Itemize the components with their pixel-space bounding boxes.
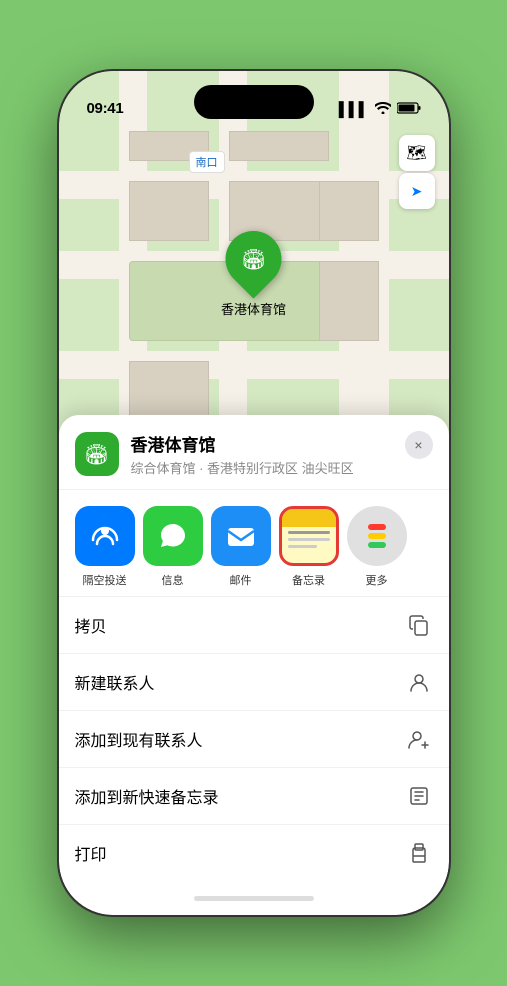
share-item-message[interactable]: 信息 [143, 506, 203, 588]
map-pin: 🏟 香港体育馆 [221, 231, 286, 318]
copy-label: 拷贝 [75, 613, 107, 637]
venue-pin-icon: 🏟 [241, 247, 266, 272]
add-contact-label: 添加到现有联系人 [75, 727, 203, 751]
dot-red [368, 524, 386, 530]
new-contact-icon [405, 668, 433, 696]
map-type-button[interactable]: 🗺 [399, 135, 435, 171]
airdrop-icon [75, 506, 135, 566]
share-item-airdrop[interactable]: 隔空投送 [75, 506, 135, 588]
mail-icon [211, 506, 271, 566]
venue-desc: 综合体育馆 · 香港特别行政区 油尖旺区 [131, 458, 433, 477]
phone-frame: 09:41 ▌▌▌ [59, 71, 449, 915]
action-list: 拷贝 新建联系人 [59, 597, 449, 881]
venue-icon: 🏟 [75, 432, 119, 476]
new-contact-label: 新建联系人 [75, 670, 155, 694]
battery-icon [397, 101, 421, 117]
dynamic-island [194, 85, 314, 119]
dot-green [368, 542, 386, 548]
map-label: 南口 [189, 151, 225, 173]
dot-yellow [368, 533, 386, 539]
map-icon: 🗺 [406, 143, 426, 163]
status-time: 09:41 [87, 100, 124, 117]
share-row: 隔空投送 信息 [59, 490, 449, 597]
notes-label: 备忘录 [292, 572, 325, 588]
more-dots [368, 524, 386, 548]
more-label: 更多 [366, 572, 388, 588]
share-item-notes[interactable]: 备忘录 [279, 506, 339, 588]
venue-name: 香港体育馆 [131, 431, 433, 456]
action-add-contact[interactable]: 添加到现有联系人 [59, 711, 449, 768]
signal-icon: ▌▌▌ [339, 101, 369, 117]
phone-screen: 09:41 ▌▌▌ [59, 71, 449, 915]
sheet-header: 🏟 香港体育馆 综合体育馆 · 香港特别行政区 油尖旺区 × [59, 415, 449, 490]
message-icon [143, 506, 203, 566]
add-note-icon [405, 782, 433, 810]
action-add-note[interactable]: 添加到新快速备忘录 [59, 768, 449, 825]
print-icon [405, 839, 433, 867]
message-label: 信息 [162, 572, 184, 588]
share-item-mail[interactable]: 邮件 [211, 506, 271, 588]
bottom-sheet: 🏟 香港体育馆 综合体育馆 · 香港特别行政区 油尖旺区 × [59, 415, 449, 915]
wifi-icon [375, 101, 391, 117]
pin-icon: 🏟 [214, 219, 293, 298]
venue-info: 香港体育馆 综合体育馆 · 香港特别行政区 油尖旺区 [131, 431, 433, 477]
close-button[interactable]: × [405, 431, 433, 459]
action-copy[interactable]: 拷贝 [59, 597, 449, 654]
action-print[interactable]: 打印 [59, 825, 449, 881]
more-icon [347, 506, 407, 566]
pin-label: 香港体育馆 [221, 299, 286, 318]
status-icons: ▌▌▌ [339, 101, 421, 117]
share-item-more[interactable]: 更多 [347, 506, 407, 588]
location-button[interactable]: ➤ [399, 173, 435, 209]
location-icon: ➤ [411, 183, 423, 200]
home-bar [194, 896, 314, 901]
airdrop-label: 隔空投送 [83, 572, 127, 588]
print-label: 打印 [75, 841, 107, 865]
add-note-label: 添加到新快速备忘录 [75, 784, 219, 808]
notes-icon [279, 506, 339, 566]
add-contact-icon [405, 725, 433, 753]
home-indicator [59, 881, 449, 915]
action-new-contact[interactable]: 新建联系人 [59, 654, 449, 711]
close-icon: × [414, 437, 422, 453]
map-controls: 🗺 ➤ [399, 135, 435, 209]
copy-icon [405, 611, 433, 639]
mail-label: 邮件 [230, 572, 252, 588]
